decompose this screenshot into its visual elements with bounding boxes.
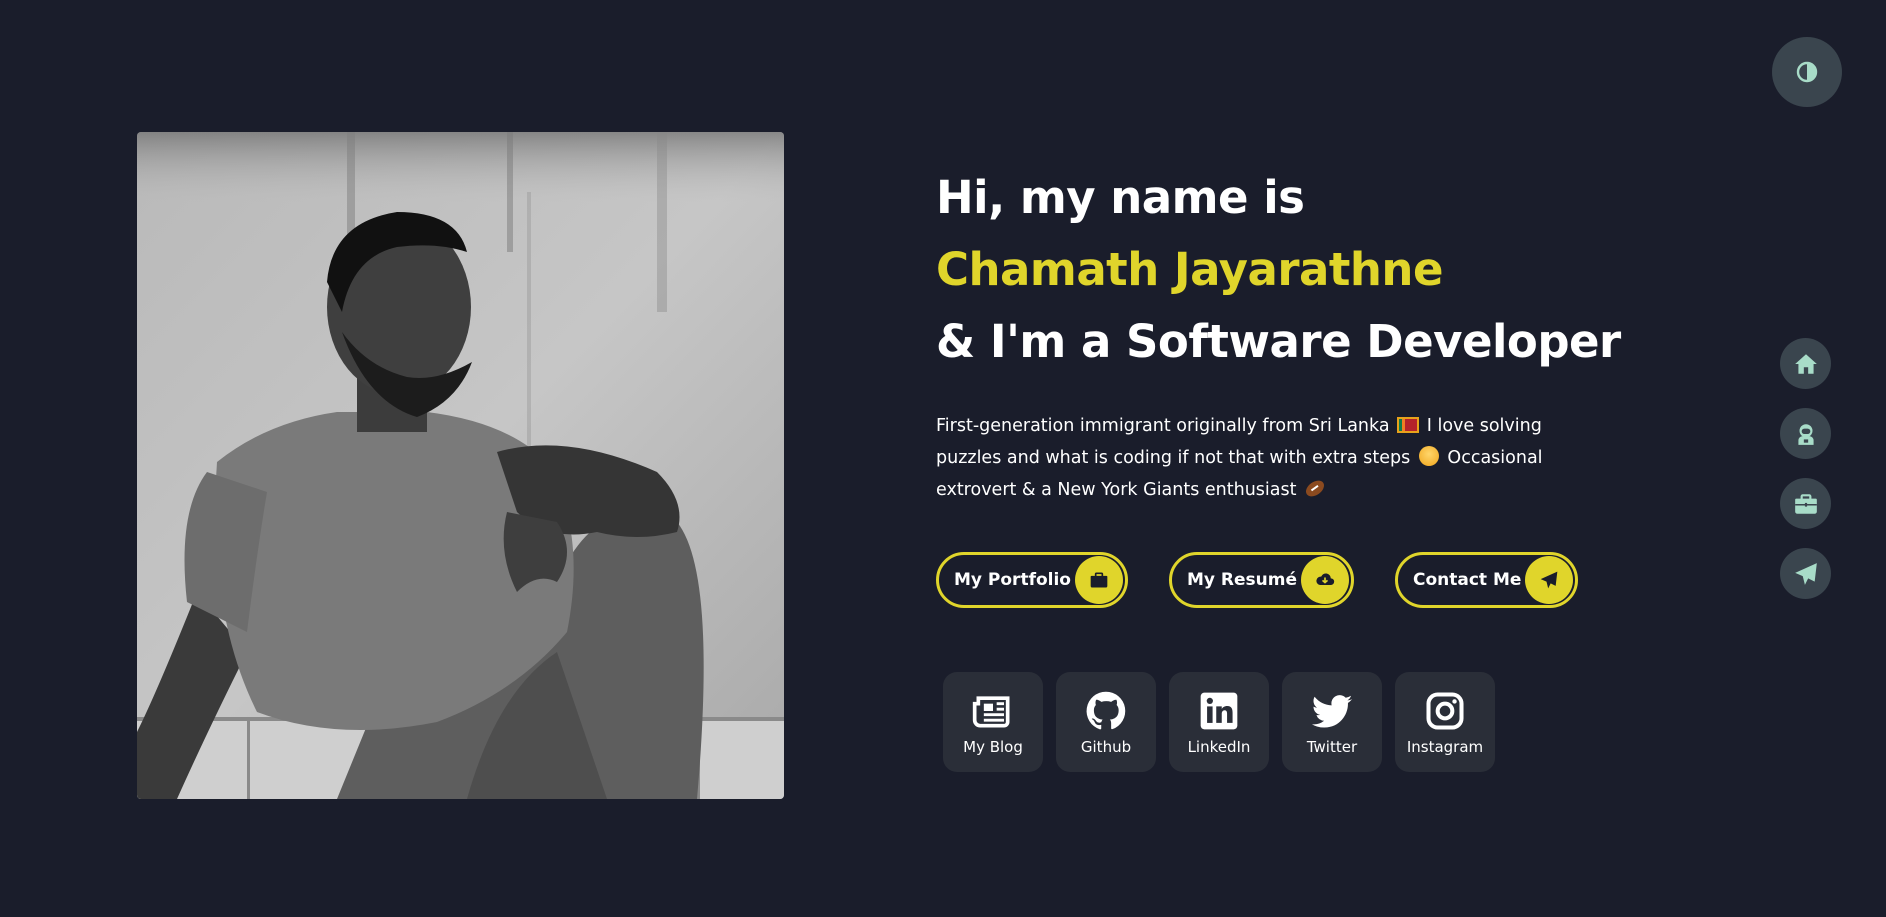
blog-link-label: My Blog [963, 737, 1023, 756]
twitter-link-label: Twitter [1306, 737, 1358, 756]
home-icon [1794, 353, 1817, 374]
instagram-link[interactable]: Instagram [1395, 672, 1495, 772]
linkedin-icon [1200, 692, 1238, 729]
football-emoji-icon [1303, 477, 1327, 500]
nav-portfolio-button[interactable] [1780, 478, 1831, 529]
side-navigation [1780, 338, 1831, 599]
action-buttons: My Portfolio My Resumé Contact Me [936, 552, 1579, 608]
theme-toggle-button[interactable] [1772, 37, 1842, 107]
resume-button-label: My Resumé [1186, 570, 1297, 590]
name-text: Chamath Jayarathne [936, 243, 1443, 296]
headline: Hi, my name is Chamath Jayarathne & I'm … [936, 162, 1636, 378]
paper-plane-icon [1525, 556, 1574, 604]
laughing-emoji-icon [1418, 446, 1439, 466]
linkedin-link-label: LinkedIn [1187, 737, 1251, 756]
twitter-link[interactable]: Twitter [1282, 672, 1382, 772]
github-link-label: Github [1080, 737, 1132, 756]
hero-section: Hi, my name is Chamath Jayarathne & I'm … [936, 162, 1636, 506]
profile-photo-image [137, 132, 784, 799]
role-text: & I'm a Software Developer [936, 315, 1621, 368]
contact-button[interactable]: Contact Me [1395, 552, 1579, 608]
paper-plane-icon [1794, 562, 1817, 585]
contact-button-label: Contact Me [1413, 570, 1522, 590]
greeting-text: Hi, my name is [936, 171, 1305, 224]
briefcase-icon [1794, 493, 1817, 514]
instagram-link-label: Instagram [1406, 737, 1484, 756]
newspaper-icon [972, 695, 1010, 727]
github-icon [1086, 691, 1126, 729]
cloud-download-icon [1301, 556, 1349, 604]
twitter-icon [1311, 694, 1353, 728]
social-links: My Blog Github LinkedIn Twitter Instagra… [943, 672, 1495, 772]
github-link[interactable]: Github [1056, 672, 1156, 772]
bio-paragraph: First-generation immigrant originally fr… [936, 410, 1576, 506]
astronaut-icon [1797, 423, 1814, 445]
briefcase-icon [1074, 556, 1123, 604]
contrast-icon [1796, 61, 1818, 83]
profile-photo [137, 132, 784, 799]
linkedin-link[interactable]: LinkedIn [1169, 672, 1269, 772]
resume-button[interactable]: My Resumé [1168, 552, 1354, 608]
portfolio-button-label: My Portfolio [954, 570, 1071, 590]
sri-lanka-flag-icon [1397, 417, 1420, 433]
nav-contact-button[interactable] [1780, 548, 1831, 599]
nav-home-button[interactable] [1780, 338, 1831, 389]
bio-part-1: First-generation immigrant originally fr… [936, 416, 1390, 436]
portfolio-button[interactable]: My Portfolio [936, 552, 1128, 608]
blog-link[interactable]: My Blog [943, 672, 1043, 772]
nav-about-button[interactable] [1780, 408, 1831, 459]
instagram-icon [1426, 691, 1464, 730]
